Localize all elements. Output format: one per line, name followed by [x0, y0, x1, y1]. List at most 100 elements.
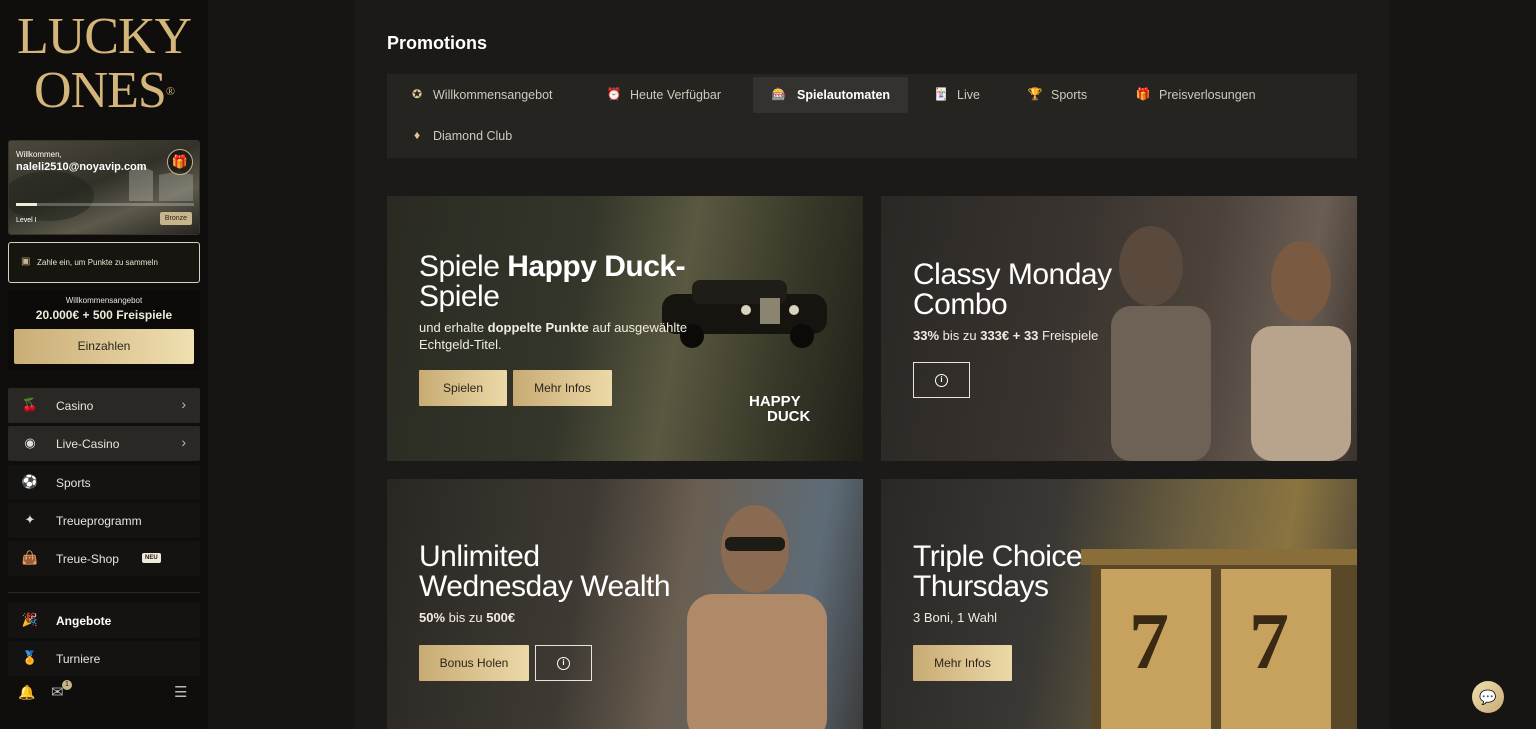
nav-label: Treueprogramm: [56, 514, 142, 528]
title-bold-text: Happy Duck-: [507, 250, 686, 283]
logo-registered-mark: ®: [165, 84, 175, 98]
gift-icon[interactable]: 🎁: [167, 149, 193, 175]
more-info-button[interactable]: Mehr Infos: [913, 645, 1012, 681]
chevron-right-icon: ›: [181, 396, 186, 412]
coin-icon: ▣: [21, 256, 31, 267]
party-popper-icon: 🎉: [21, 612, 39, 627]
sidebar-item-treue-shop[interactable]: 👜 Treue-Shop NEU: [8, 541, 200, 576]
nav-label: Angebote: [56, 614, 112, 628]
slot-machine-icon: 🎰: [771, 87, 787, 101]
percent-badge-icon: ✪: [411, 87, 423, 101]
profile-email: naleli2510@noyavip.com: [16, 161, 147, 173]
promotion-tabs: ✪ Willkommensangebot ⏰ Heute Verfügbar 🎰…: [387, 74, 1357, 158]
points-box[interactable]: ▣ Zahle ein, um Punkte zu sammeln: [8, 242, 200, 283]
title-text: Classy Monday: [913, 258, 1112, 291]
offer-value: 20.000€ + 500 Freispiele: [35, 308, 173, 322]
tab-spielautomaten[interactable]: 🎰 Spielautomaten: [753, 77, 908, 113]
tab-preisverlosungen[interactable]: 🎁 Preisverlosungen: [1135, 77, 1285, 113]
promo-title: Spiele Happy Duck- Spiele: [419, 250, 686, 312]
tab-label: Live: [957, 88, 980, 102]
sidebar-item-sports[interactable]: ⚽ Sports: [8, 465, 200, 500]
promo-card-classy-monday[interactable]: Classy Monday Combo 33% bis zu 333€ + 33…: [881, 196, 1357, 461]
tab-heute-verfuegbar[interactable]: ⏰ Heute Verfügbar: [606, 77, 746, 113]
more-info-button[interactable]: Mehr Infos: [513, 370, 612, 406]
offer-title: Willkommensangebot: [65, 296, 143, 305]
title-text: Triple Choice: [913, 540, 1083, 573]
nav-label: Casino: [56, 399, 94, 413]
reel-seven-2: 7: [1249, 598, 1289, 686]
promo-description: 33% bis zu 333€ + 33 Freispiele: [913, 328, 1099, 343]
mail-count-badge: 1: [62, 680, 72, 690]
info-icon: i: [935, 374, 948, 388]
desc-text: und erhalte: [419, 320, 488, 335]
title-text: Thursdays: [913, 570, 1049, 603]
app-root: LUCKY ONES® Willkommen, naleli2510@noyav…: [0, 0, 1536, 729]
reel-seven-1: 7: [1129, 598, 1169, 686]
title-text: Combo: [913, 288, 1008, 321]
profile-card[interactable]: Willkommen, naleli2510@noyavip.com 🎁 Lev…: [8, 140, 200, 235]
logo-line-2: ONES: [34, 62, 167, 119]
sidebar-item-live-casino[interactable]: ◉ Live-Casino ›: [8, 426, 200, 461]
promo-card-triple-choice[interactable]: 7 7 Triple Choice Thursdays 3 Boni, 1 Wa…: [881, 479, 1357, 729]
bell-icon[interactable]: 🔔: [18, 684, 35, 701]
tab-label: Sports: [1051, 88, 1088, 102]
cards-icon: 🃏: [933, 87, 949, 101]
chevron-right-icon: ›: [181, 434, 186, 450]
promo-card-happy-duck[interactable]: Spiele Happy Duck- Spiele und erhalte do…: [387, 196, 863, 461]
diamond-icon: ♦: [413, 128, 421, 142]
promo-card-unlimited-wednesday[interactable]: Unlimited Wednesday Wealth 50% bis zu 50…: [387, 479, 863, 729]
tab-label: Spielautomaten: [797, 88, 891, 102]
shopping-bag-icon: 👜: [21, 550, 39, 565]
cherry-icon: 🍒: [21, 397, 39, 412]
deposit-button[interactable]: Einzahlen: [14, 329, 194, 364]
sparkle-icon: ✦: [24, 512, 36, 527]
tab-label: Preisverlosungen: [1159, 88, 1256, 102]
tab-sports[interactable]: 🏆 Sports: [1027, 77, 1117, 113]
promo-description: 50% bis zu 500€: [419, 610, 516, 625]
promo-description: und erhalte doppelte Punkte auf ausgewäh…: [419, 319, 687, 353]
promo-description: 3 Boni, 1 Wahl: [913, 610, 998, 625]
brand-logo[interactable]: LUCKY ONES®: [0, 10, 208, 118]
sidebar-item-turniere[interactable]: 🏅 Turniere: [8, 641, 200, 676]
sidebar-item-treueprogramm[interactable]: ✦ Treueprogramm: [8, 503, 200, 538]
promo-title: Unlimited Wednesday Wealth: [419, 540, 671, 603]
happy-duck-logo: HAPPY DUCK: [749, 393, 811, 425]
desc-text: Echtgeld-Titel.: [419, 337, 502, 352]
tab-live[interactable]: 🃏 Live: [933, 77, 1003, 113]
medal-icon: 🏅: [21, 650, 39, 665]
page-title: Promotions: [387, 33, 488, 53]
trophy-icon: 🏆: [1027, 87, 1043, 101]
title-text: Wednesday Wealth: [419, 570, 671, 603]
title-text: Unlimited: [419, 540, 540, 573]
bonus-claim-button[interactable]: Bonus Holen: [419, 645, 529, 681]
tab-willkommensangebot[interactable]: ✪ Willkommensangebot: [409, 77, 589, 113]
level-label: Level I: [16, 217, 37, 224]
sidebar: LUCKY ONES® Willkommen, naleli2510@noyav…: [0, 0, 208, 729]
hamburger-menu-icon[interactable]: ☰: [174, 683, 187, 701]
sidebar-item-angebote[interactable]: 🎉 Angebote: [8, 603, 200, 638]
tab-label: Heute Verfügbar: [630, 88, 722, 102]
level-progress-bar: [16, 203, 194, 206]
info-button[interactable]: i: [913, 362, 970, 398]
sidebar-bottom-bar: 🔔 ✉ 1 ☰: [0, 678, 208, 708]
alarm-clock-icon: ⏰: [606, 87, 622, 101]
tab-diamond-club[interactable]: ♦ Diamond Club: [409, 118, 549, 154]
tab-label: Diamond Club: [433, 129, 513, 143]
slot-reels-image: [1081, 549, 1357, 729]
nav-divider: [8, 592, 200, 593]
title-text: Spiele: [419, 250, 508, 283]
nav-label: Turniere: [56, 652, 101, 666]
level-badge: Bronze: [159, 212, 192, 225]
play-button[interactable]: Spielen: [419, 370, 507, 406]
desc-bold-text: doppelte Punkte: [487, 320, 589, 335]
new-badge: NEU: [142, 553, 161, 563]
tab-label: Willkommensangebot: [433, 88, 553, 102]
info-button[interactable]: i: [535, 645, 592, 681]
chat-bubble-icon[interactable]: 💬: [1472, 681, 1504, 713]
sidebar-item-casino[interactable]: 🍒 Casino ›: [8, 388, 200, 423]
info-icon: i: [557, 657, 570, 671]
man-sunglasses-image: [687, 505, 827, 729]
nav-label: Treue-Shop: [56, 552, 119, 566]
nav-label: Live-Casino: [56, 437, 120, 451]
logo-line-1: LUCKY: [16, 8, 192, 65]
